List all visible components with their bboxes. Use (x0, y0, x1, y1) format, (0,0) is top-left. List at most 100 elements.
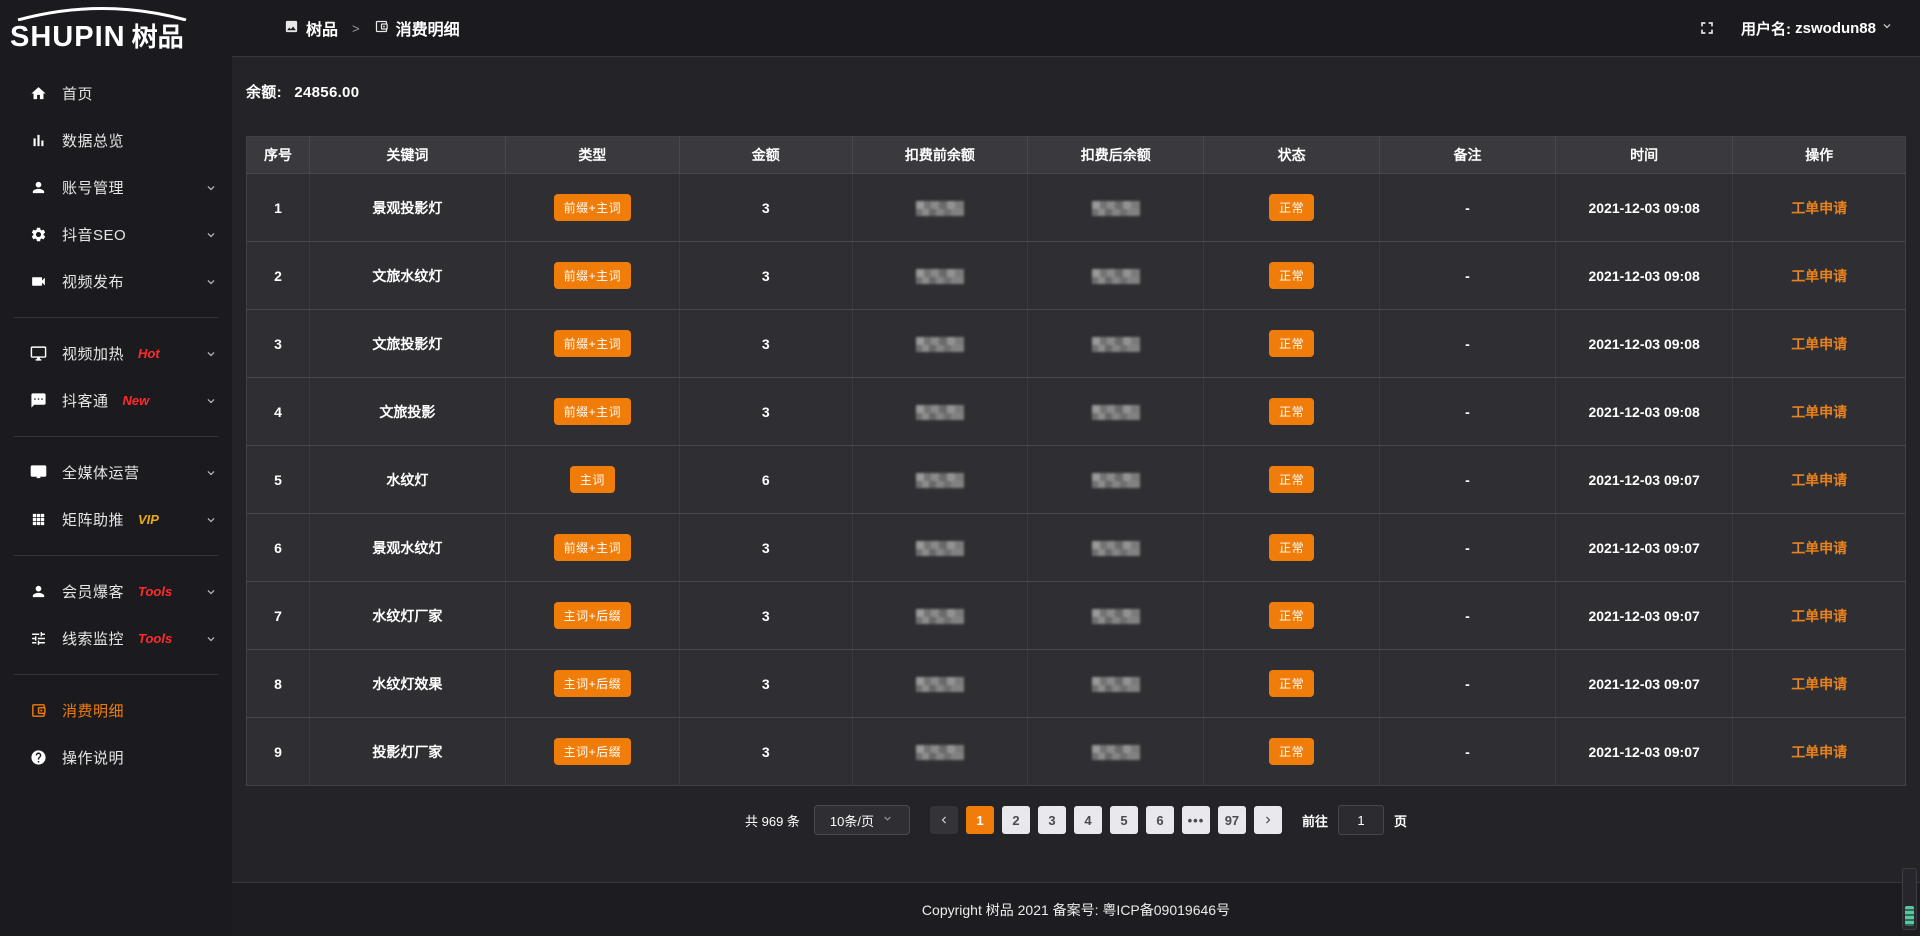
cell-keyword: 水纹灯厂家 (310, 582, 506, 650)
cell-status: 正常 (1204, 718, 1380, 786)
cell-note: - (1380, 650, 1556, 718)
sidebar-item-operation-guide[interactable]: 操作说明 (0, 734, 232, 781)
cell-balance-before (852, 718, 1028, 786)
column-header: 时间 (1555, 137, 1733, 174)
cell-balance-before (852, 378, 1028, 446)
cell-time: 2021-12-03 09:08 (1555, 310, 1733, 378)
prev-page-button[interactable] (930, 806, 958, 834)
table-row: 7水纹灯厂家主词+后缀3正常-2021-12-03 09:07工单申请 (247, 582, 1906, 650)
masked-balance-after (1092, 609, 1140, 624)
ticket-apply-link[interactable]: 工单申请 (1791, 676, 1847, 692)
sidebar-item-douyin-seo[interactable]: 抖音SEO (0, 211, 232, 258)
cell-keyword: 文旅水纹灯 (310, 242, 506, 310)
masked-balance-before (916, 201, 964, 216)
breadcrumb-label: 树品 (306, 16, 338, 40)
more-pages-button[interactable]: ••• (1182, 806, 1210, 834)
scrollbar-widget[interactable] (1902, 868, 1917, 930)
masked-balance-before (916, 541, 964, 556)
sidebar-item-account-manage[interactable]: 账号管理 (0, 164, 232, 211)
page-size-value: 10条/页 (830, 811, 874, 830)
page-button-1[interactable]: 1 (966, 806, 994, 834)
sidebar-item-data-overview[interactable]: 数据总览 (0, 117, 232, 164)
cell-index: 5 (247, 446, 310, 514)
ticket-apply-link[interactable]: 工单申请 (1791, 336, 1847, 352)
ticket-apply-link[interactable]: 工单申请 (1791, 744, 1847, 760)
page-size-select[interactable]: 10条/页 (814, 805, 910, 835)
ticket-apply-link[interactable]: 工单申请 (1791, 404, 1847, 420)
cell-amount: 3 (679, 378, 852, 446)
cell-keyword: 文旅投影 (310, 378, 506, 446)
type-badge: 前缀+主词 (554, 194, 632, 221)
bar-chart-icon (30, 132, 47, 149)
logo-text-cn: 树品 (132, 17, 184, 54)
sidebar-item-member-baoke[interactable]: 会员爆客Tools (0, 568, 232, 615)
sidebar-item-tag: VIP (138, 512, 159, 527)
ticket-apply-link[interactable]: 工单申请 (1791, 608, 1847, 624)
column-header: 扣费前余额 (852, 137, 1028, 174)
grid-icon (30, 511, 47, 528)
sidebar: SHUPIN 树品 首页数据总览账号管理抖音SEO视频发布视频加热Hot抖客通N… (0, 0, 232, 936)
image-icon (284, 19, 299, 34)
sidebar-item-home[interactable]: 首页 (0, 70, 232, 117)
cell-balance-before (852, 650, 1028, 718)
table-row: 1景观投影灯前缀+主词3正常-2021-12-03 09:08工单申请 (247, 174, 1906, 242)
app-logo[interactable]: SHUPIN 树品 (0, 0, 232, 58)
sidebar-item-video-heat[interactable]: 视频加热Hot (0, 330, 232, 377)
sidebar-item-clue-monitor[interactable]: 线索监控Tools (0, 615, 232, 662)
sidebar-item-douketong[interactable]: 抖客通New (0, 377, 232, 424)
page-button-97[interactable]: 97 (1218, 806, 1246, 834)
ticket-apply-link[interactable]: 工单申请 (1791, 268, 1847, 284)
status-badge: 正常 (1269, 738, 1314, 765)
status-badge: 正常 (1269, 262, 1314, 289)
goto-page-input[interactable] (1338, 805, 1384, 835)
column-header: 序号 (247, 137, 310, 174)
logo-text-en: SHUPIN (10, 21, 126, 54)
cell-type: 主词 (505, 446, 679, 514)
ticket-apply-link[interactable]: 工单申请 (1791, 200, 1847, 216)
breadcrumb-item-home[interactable]: 树品 (284, 16, 338, 40)
wallet-icon (374, 19, 389, 34)
cell-type: 前缀+主词 (505, 514, 679, 582)
chevron-down-icon (1880, 19, 1894, 33)
cell-index: 8 (247, 650, 310, 718)
column-header: 类型 (505, 137, 679, 174)
chevron-down-icon (204, 394, 218, 408)
page-button-6[interactable]: 6 (1146, 806, 1174, 834)
cell-status: 正常 (1204, 582, 1380, 650)
chevron-down-icon (204, 513, 218, 527)
chevron-down-icon (204, 632, 218, 646)
ticket-apply-link[interactable]: 工单申请 (1791, 472, 1847, 488)
chevron-down-icon (874, 812, 894, 828)
cell-time: 2021-12-03 09:07 (1555, 650, 1733, 718)
column-header: 扣费后余额 (1028, 137, 1204, 174)
cell-index: 4 (247, 378, 310, 446)
page-button-2[interactable]: 2 (1002, 806, 1030, 834)
cell-balance-before (852, 514, 1028, 582)
page-button-3[interactable]: 3 (1038, 806, 1066, 834)
sidebar-item-all-media[interactable]: 全媒体运营 (0, 449, 232, 496)
cell-status: 正常 (1204, 650, 1380, 718)
user-menu[interactable]: 用户名: zswodun88 (1741, 18, 1894, 39)
page-button-4[interactable]: 4 (1074, 806, 1102, 834)
fullscreen-button[interactable] (1697, 18, 1717, 38)
consume-table: 序号关键词类型金额扣费前余额扣费后余额状态备注时间操作 1景观投影灯前缀+主词3… (246, 136, 1906, 786)
sidebar-item-label: 全媒体运营 (62, 462, 140, 483)
next-page-button[interactable] (1254, 806, 1282, 834)
cell-note: - (1380, 242, 1556, 310)
sidebar-item-label: 账号管理 (62, 177, 124, 198)
sidebar-item-matrix-boost[interactable]: 矩阵助推VIP (0, 496, 232, 543)
ticket-apply-link[interactable]: 工单申请 (1791, 540, 1847, 556)
page-button-5[interactable]: 5 (1110, 806, 1138, 834)
sidebar-item-video-publish[interactable]: 视频发布 (0, 258, 232, 305)
status-badge: 正常 (1269, 194, 1314, 221)
cell-balance-before (852, 446, 1028, 514)
cell-type: 主词+后缀 (505, 650, 679, 718)
sidebar-item-consume-detail[interactable]: 消费明细 (0, 687, 232, 734)
breadcrumb-item-current[interactable]: 消费明细 (374, 16, 460, 40)
pagination: 共 969 条 10条/页 123456•••97 前往 页 (246, 805, 1906, 835)
masked-balance-before (916, 473, 964, 488)
cell-time: 2021-12-03 09:07 (1555, 718, 1733, 786)
breadcrumb-separator: > (352, 21, 360, 36)
chevron-down-icon (1876, 19, 1894, 37)
cell-note: - (1380, 310, 1556, 378)
